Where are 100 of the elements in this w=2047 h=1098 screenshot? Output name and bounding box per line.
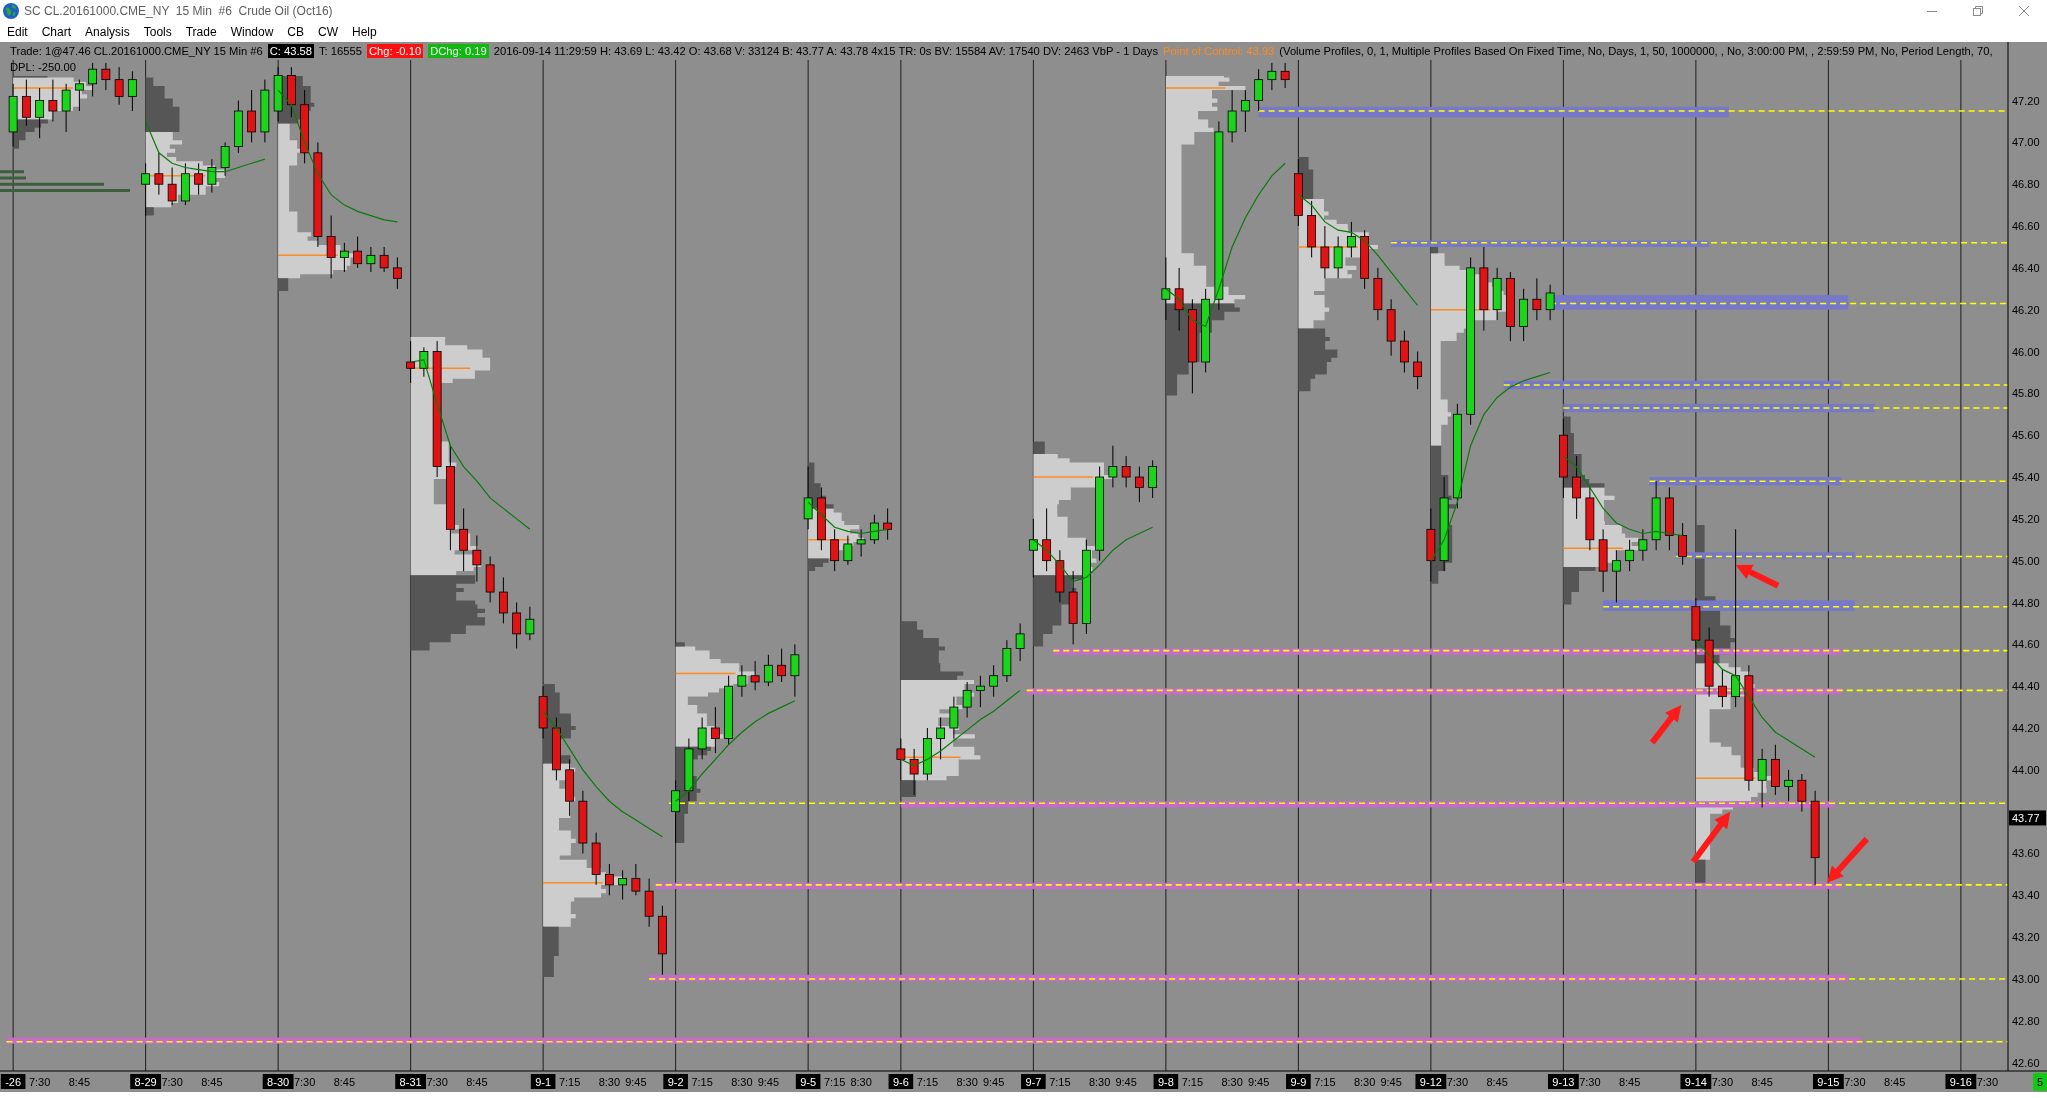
candle	[1771, 744, 1780, 796]
candle	[101, 62, 111, 91]
candle	[1797, 773, 1807, 813]
x-tick-label: 9-16	[1949, 1076, 1972, 1088]
candle	[1386, 298, 1396, 357]
candle	[923, 727, 932, 781]
candle	[287, 66, 296, 118]
candle	[1757, 748, 1767, 808]
date-label: 9-1	[530, 1074, 556, 1089]
candle	[605, 863, 614, 896]
x-tick-label: 8-31	[399, 1076, 422, 1088]
candle	[141, 162, 151, 217]
time-label: 9:45	[1115, 1076, 1137, 1088]
candle	[8, 83, 18, 148]
y-axis-label: 44.60	[2012, 638, 2040, 651]
candle	[830, 528, 840, 572]
candle	[1333, 236, 1343, 279]
time-label: 7:15	[823, 1076, 846, 1088]
time-label: 7:15	[1181, 1076, 1204, 1088]
candle	[353, 236, 363, 269]
change-readout: Chg: -0.10	[366, 44, 424, 58]
candle	[1413, 351, 1422, 390]
candle	[1241, 89, 1250, 133]
time-label: 8:30	[850, 1076, 872, 1088]
candle	[220, 141, 230, 177]
candle	[1506, 271, 1515, 342]
candle	[1254, 68, 1263, 112]
menu-item[interactable]: Edit	[0, 23, 35, 41]
info-text: 2016-09-14 11:29:59 H: 43.69 L: 43.42 O: 43.68 V: 33124 B: 43.77 A: 43.78 4x15 TR: 0s BV: 15584 AV: 17540 DV: 2463 VbP - 1 Days	[493, 44, 1158, 58]
x-tick-label: 8-29	[134, 1076, 157, 1088]
candle	[1121, 455, 1131, 488]
time-label: 8:45	[333, 1076, 356, 1088]
y-axis-label: 47.00	[2012, 136, 2040, 149]
menu-item[interactable]: Tools	[136, 23, 179, 41]
time-label: 7:30	[161, 1076, 183, 1088]
candle	[896, 737, 906, 781]
y-axis-label: 45.60	[2012, 429, 2040, 442]
y-axis-label: 43.60	[2012, 847, 2040, 860]
x-tick-label: 9-14	[1684, 1076, 1707, 1088]
change-readout: DChg: 0.19	[428, 44, 489, 58]
menu-item[interactable]: Trade	[178, 23, 224, 41]
candle	[472, 535, 482, 583]
time-label: 8:45	[201, 1076, 223, 1088]
candle	[684, 737, 694, 802]
candle	[1280, 62, 1290, 89]
candle	[1148, 459, 1157, 499]
y-axis-label: 43.20	[2012, 931, 2040, 944]
date-label: -26	[0, 1074, 26, 1089]
menu-item[interactable]: CW	[311, 23, 345, 41]
highlight-text: Point of Control: 43.93	[1163, 44, 1275, 58]
menu-item[interactable]: Help	[345, 23, 384, 41]
window-title: SC CL.20161000.CME_NY 15 Min #6 Crude Oil (Oct16)	[24, 4, 333, 18]
candle	[61, 83, 71, 133]
x-tick-label: 9-9	[1290, 1076, 1307, 1088]
date-label: 9-16	[1945, 1074, 1977, 1089]
candle	[976, 675, 985, 708]
candle	[1519, 288, 1528, 342]
date-label: 9-12	[1415, 1074, 1447, 1089]
candle	[1174, 267, 1184, 332]
candle	[74, 79, 84, 112]
menu-item[interactable]: Analysis	[78, 23, 137, 41]
time-label: 8:45	[1751, 1076, 1773, 1088]
candle	[644, 878, 654, 928]
candle	[1002, 639, 1012, 683]
candle	[1532, 277, 1542, 321]
date-label: 8-31	[395, 1074, 427, 1089]
restore-icon	[1973, 6, 1983, 16]
time-label: 9:45	[982, 1076, 1005, 1088]
menu-item[interactable]: Chart	[34, 23, 79, 41]
y-axis-label: 44.80	[2012, 596, 2040, 609]
date-label: 9-2	[663, 1074, 688, 1089]
arrow-icon	[1827, 836, 1869, 883]
x-tick-label: 8-30	[267, 1076, 290, 1088]
candle	[1055, 549, 1065, 603]
minimize-icon	[1927, 10, 1937, 12]
time-label: 8:45	[68, 1076, 91, 1088]
time-label: 8:30	[956, 1076, 978, 1088]
candle	[247, 89, 257, 143]
candle	[671, 779, 681, 844]
candle	[525, 606, 535, 641]
y-axis-label: 44.40	[2012, 680, 2040, 693]
candle	[340, 242, 349, 273]
y-axis-label: 45.00	[2012, 554, 2040, 567]
candle	[1678, 522, 1687, 566]
candle	[658, 905, 667, 976]
time-label: 8:30	[1221, 1076, 1243, 1088]
candle	[936, 717, 946, 760]
candle	[1665, 487, 1674, 551]
date-label: 9-15	[1812, 1074, 1844, 1089]
y-axis-label: 44.00	[2012, 763, 2040, 776]
menu-item[interactable]: CB	[280, 23, 311, 41]
candle	[260, 79, 270, 143]
candle	[962, 681, 972, 719]
menu-item[interactable]: Window	[223, 23, 281, 41]
candle	[777, 648, 787, 683]
y-axis-label: 45.80	[2012, 387, 2040, 400]
time-label: 7:30	[293, 1076, 316, 1088]
time-label: 7:15	[691, 1076, 713, 1088]
candle	[1347, 221, 1356, 258]
time-label: 7:30	[1711, 1076, 1734, 1088]
